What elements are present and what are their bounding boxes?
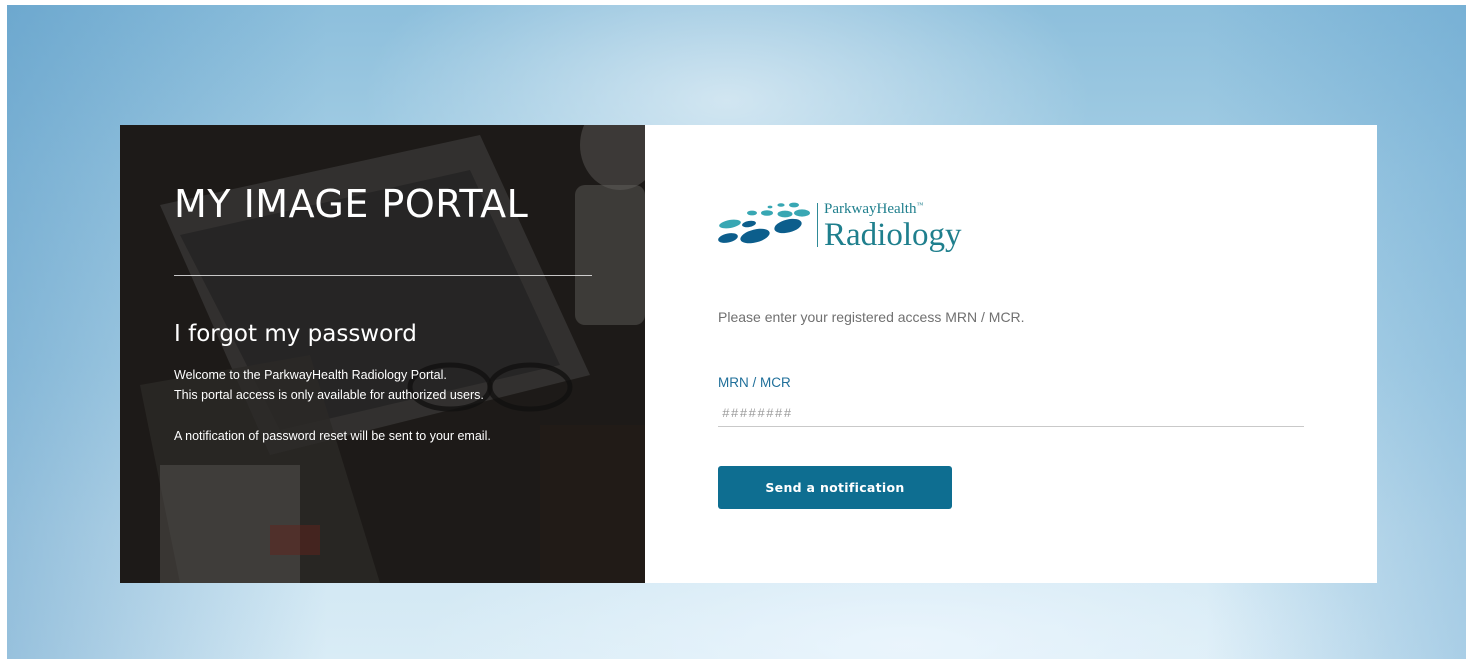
- access-restriction-line: This portal access is only available for…: [174, 388, 484, 402]
- mrn-input[interactable]: [718, 401, 1304, 427]
- page-background: MY IMAGE PORTAL I forgot my password Wel…: [7, 5, 1466, 659]
- mrn-field-label: MRN / MCR: [718, 375, 791, 390]
- text-spacer: [174, 405, 491, 426]
- send-notification-button[interactable]: Send a notification: [718, 466, 952, 509]
- welcome-line: Welcome to the ParkwayHealth Radiology P…: [174, 368, 447, 382]
- logo-dots-icon: [718, 202, 810, 243]
- title-divider: [174, 275, 592, 276]
- forgot-password-heading: I forgot my password: [174, 321, 417, 347]
- instruction-text: Please enter your registered access MRN …: [718, 309, 1025, 325]
- left-info-panel: MY IMAGE PORTAL I forgot my password Wel…: [120, 125, 645, 583]
- logo-divider: [817, 202, 818, 247]
- welcome-text: Welcome to the ParkwayHealth Radiology P…: [174, 365, 491, 446]
- logo-brand-text: ParkwayHealth: [824, 201, 917, 217]
- logo-wordmark: ParkwayHealth™ Radiology: [824, 197, 962, 252]
- login-card: MY IMAGE PORTAL I forgot my password Wel…: [120, 125, 1377, 583]
- portal-title: MY IMAGE PORTAL: [174, 182, 529, 226]
- logo-product-name: Radiology: [824, 217, 962, 253]
- left-panel-content: MY IMAGE PORTAL I forgot my password Wel…: [120, 125, 645, 583]
- logo-brand-name: ParkwayHealth™: [824, 197, 962, 217]
- notification-info-line: A notification of password reset will be…: [174, 429, 491, 443]
- trademark-symbol: ™: [916, 201, 924, 209]
- form-panel: ParkwayHealth™ Radiology Please enter yo…: [645, 125, 1377, 583]
- parkwayhealth-radiology-logo: ParkwayHealth™ Radiology: [717, 197, 962, 252]
